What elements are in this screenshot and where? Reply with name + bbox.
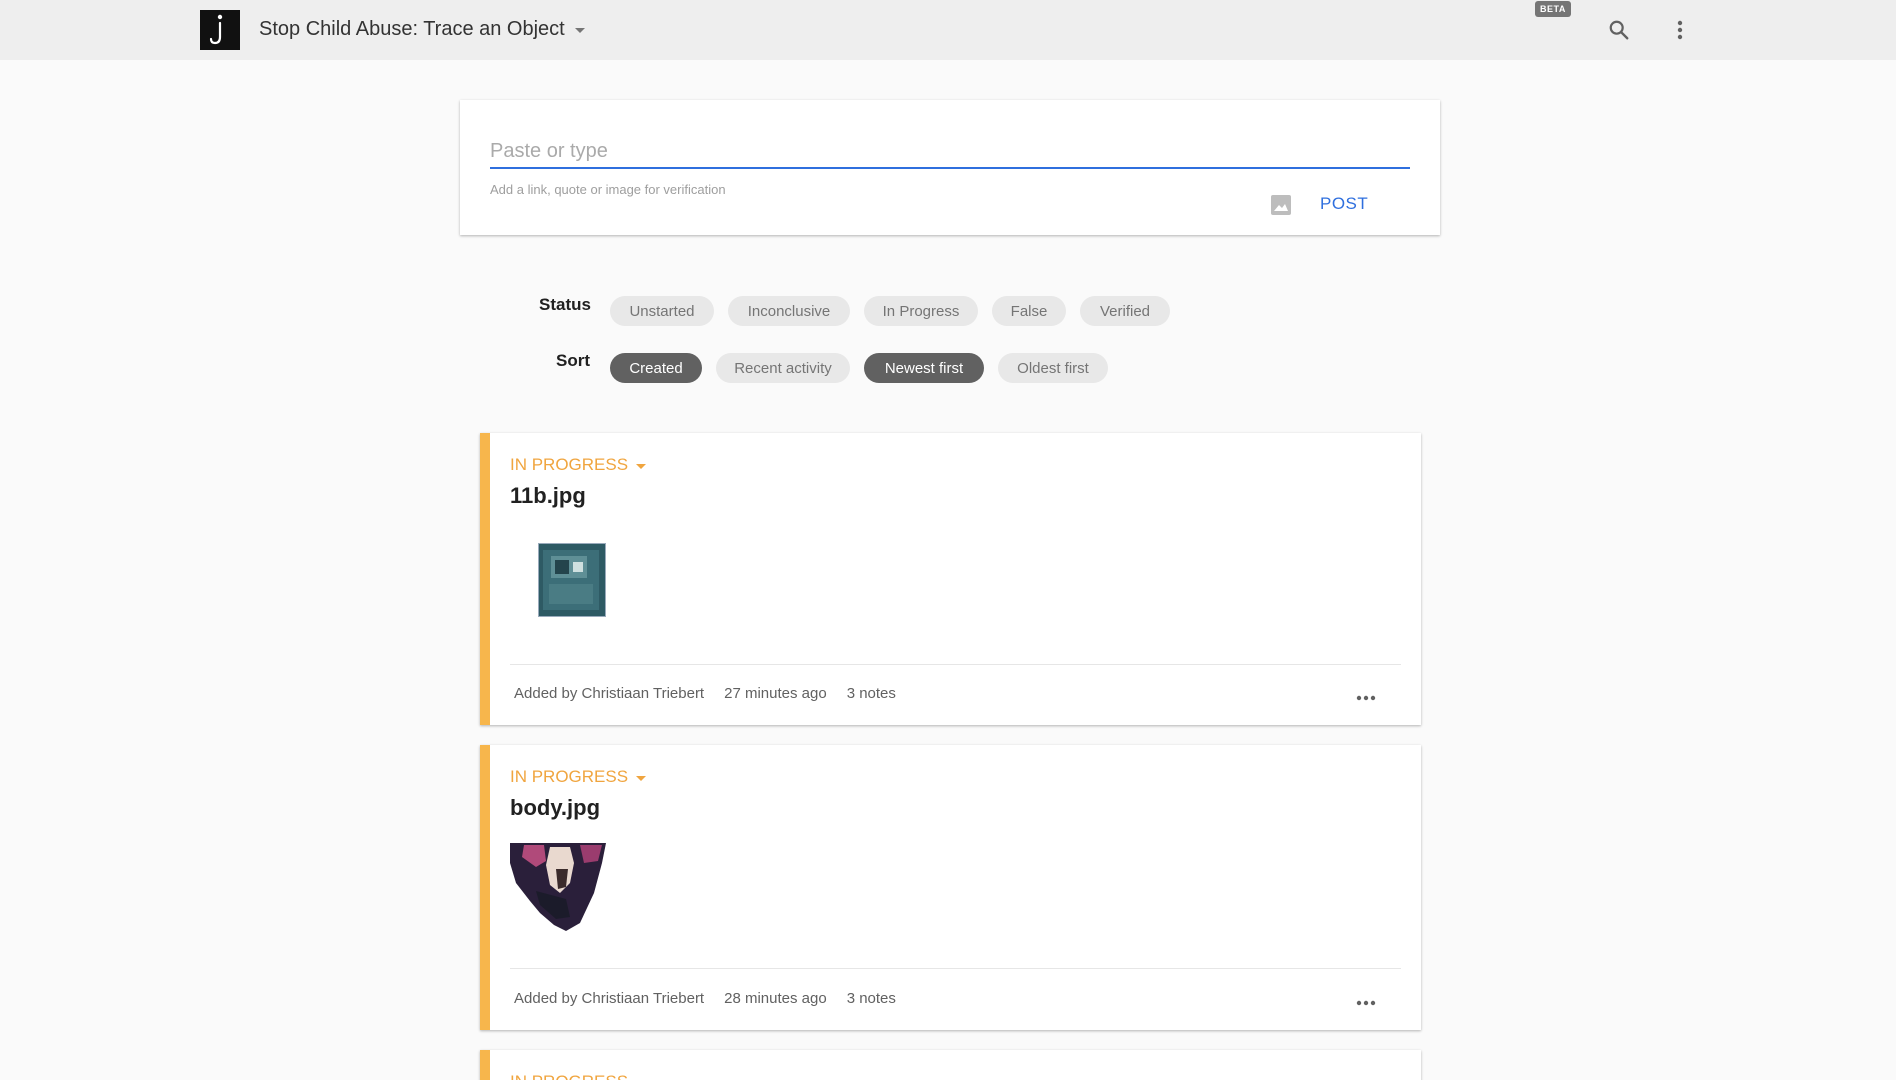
card-meta: Added by Christiaan Triebert 27 minutes … (514, 685, 896, 702)
card-title[interactable]: body.jpg (510, 795, 600, 821)
post-form: Add a link, quote or image for verificat… (460, 100, 1440, 235)
chevron-down-icon (636, 775, 647, 781)
status-chip-false[interactable]: False (992, 296, 1066, 326)
notes-count[interactable]: 3 notes (847, 685, 896, 702)
card-meta: Added by Christiaan Triebert 28 minutes … (514, 990, 896, 1007)
status-stripe (480, 1050, 490, 1080)
media-card[interactable]: IN PROGRESS body.jpg Added by Christiaan… (480, 745, 1421, 1030)
status-dropdown[interactable]: IN PROGRESS (510, 767, 647, 787)
card-title[interactable]: 11b.jpg (510, 483, 586, 509)
sort-chip-newest-first[interactable]: Newest first (864, 353, 984, 383)
status-dropdown[interactable]: IN PROGRESS (510, 1072, 646, 1080)
card-divider (510, 664, 1401, 665)
media-thumbnail[interactable] (510, 843, 606, 933)
status-label: IN PROGRESS (510, 455, 629, 474)
app-title-dropdown[interactable]: Stop Child Abuse: Trace an Object (259, 18, 585, 41)
added-by[interactable]: Added by Christiaan Triebert (514, 990, 704, 1007)
post-input[interactable] (490, 135, 1410, 169)
media-thumbnail[interactable] (538, 543, 606, 617)
status-filter-label: Status (539, 295, 591, 314)
media-card[interactable]: IN PROGRESS 11b.jpg Added by Christiaan … (480, 433, 1421, 725)
app-title: Stop Child Abuse: Trace an Object (259, 18, 565, 40)
status-dropdown[interactable]: IN PROGRESS (510, 455, 647, 475)
sort-chip-oldest-first[interactable]: Oldest first (998, 353, 1108, 383)
media-card[interactable]: IN PROGRESS (480, 1050, 1421, 1080)
chevron-down-icon (636, 463, 647, 469)
sort-filter-label: Sort (556, 351, 590, 370)
status-stripe (480, 745, 490, 1030)
status-label: IN PROGRESS (510, 767, 629, 786)
status-chip-in-progress[interactable]: In Progress (864, 296, 978, 326)
image-icon[interactable] (1268, 192, 1294, 218)
status-chip-verified[interactable]: Verified (1080, 296, 1170, 326)
timestamp[interactable]: 27 minutes ago (724, 685, 827, 702)
more-horizontal-icon[interactable] (1351, 688, 1381, 708)
status-chip-inconclusive[interactable]: Inconclusive (728, 296, 850, 326)
status-chip-unstarted[interactable]: Unstarted (610, 296, 714, 326)
added-by[interactable]: Added by Christiaan Triebert (514, 685, 704, 702)
post-hint: Add a link, quote or image for verificat… (490, 182, 726, 197)
notes-count[interactable]: 3 notes (847, 990, 896, 1007)
timestamp[interactable]: 28 minutes ago (724, 990, 827, 1007)
status-label: IN PROGRESS (510, 1072, 628, 1080)
more-horizontal-icon[interactable] (1351, 993, 1381, 1013)
search-icon[interactable] (1605, 16, 1633, 44)
beta-badge: BETA (1535, 1, 1571, 17)
status-stripe (480, 433, 490, 725)
sort-chip-created[interactable]: Created (610, 353, 702, 383)
post-button[interactable]: POST (1320, 194, 1368, 214)
hook-question-icon[interactable] (200, 10, 240, 50)
more-vertical-icon[interactable] (1666, 16, 1694, 44)
app-header: Stop Child Abuse: Trace an Object BETA (0, 0, 1896, 60)
chevron-down-icon (574, 28, 585, 33)
sort-chip-recent-activity[interactable]: Recent activity (716, 353, 850, 383)
card-divider (510, 968, 1401, 969)
